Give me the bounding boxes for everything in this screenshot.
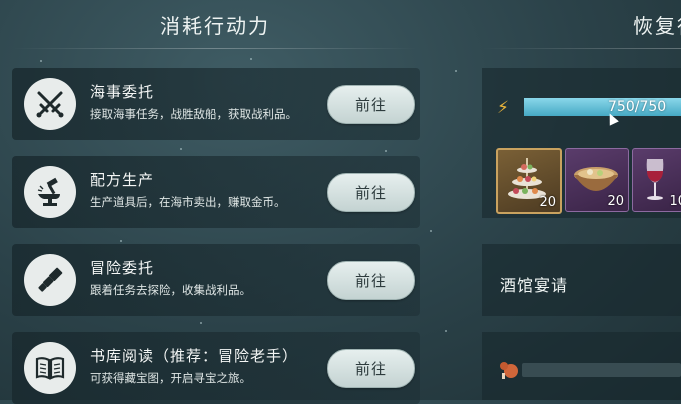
task-maritime-commission: 海事委托 接取海事任务，战胜敌船，获取战利品。 前往 (12, 68, 420, 140)
obscured-text (522, 363, 681, 377)
task-description: 生产道具后，在海市卖出，赚取金币。 (90, 195, 286, 209)
item-slot-dessert[interactable]: 20 (496, 148, 562, 214)
energy-bar: 750/750 (524, 98, 681, 116)
crossed-swords-icon (24, 78, 76, 130)
lightning-icon: ⚡ (497, 98, 509, 118)
go-button-production[interactable]: 前往 (327, 173, 415, 212)
go-button-maritime[interactable]: 前往 (327, 85, 415, 124)
task-library-reading: 书库阅读（推荐：冒险老手） 可获得藏宝图，开启寻宝之旅。 前往 (12, 332, 420, 404)
energy-value: 750/750 (608, 99, 667, 115)
tavern-feast-label: 酒馆宴请 (500, 276, 569, 295)
anvil-hammer-icon (24, 166, 76, 218)
go-button-library[interactable]: 前往 (327, 349, 415, 388)
task-recipe-production: 配方生产 生产道具后，在海市卖出，赚取金币。 前往 (12, 156, 420, 228)
task-name: 书库阅读（推荐：冒险老手） (90, 347, 299, 365)
task-name: 配方生产 (90, 171, 155, 189)
task-description: 可获得藏宝图，开启寻宝之旅。 (90, 371, 251, 385)
item-count: 20 (607, 194, 624, 209)
task-description: 接取海事任务，战胜敌船，获取战利品。 (90, 107, 297, 121)
task-adventure-commission: 冒险委托 跟着任务去探险，收集战利品。 前往 (12, 244, 420, 316)
title-divider (12, 48, 417, 49)
go-button-adventure[interactable]: 前往 (327, 261, 415, 300)
panel-title-restore: 恢复行 (633, 14, 681, 38)
task-name: 海事委托 (90, 83, 155, 101)
item-slot-wine[interactable]: 10 (632, 148, 681, 212)
item-count: 20 (539, 195, 556, 210)
open-book-icon (24, 342, 76, 394)
mushroom-icon (500, 362, 518, 379)
telescope-icon (24, 254, 76, 306)
panel-title-consume: 消耗行动力 (160, 14, 270, 38)
task-name: 冒险委托 (90, 259, 155, 277)
title-divider (482, 48, 681, 49)
item-count: 10 (669, 194, 681, 209)
item-slot-bowl[interactable]: 20 (565, 148, 629, 212)
task-description: 跟着任务去探险，收集战利品。 (90, 283, 251, 297)
